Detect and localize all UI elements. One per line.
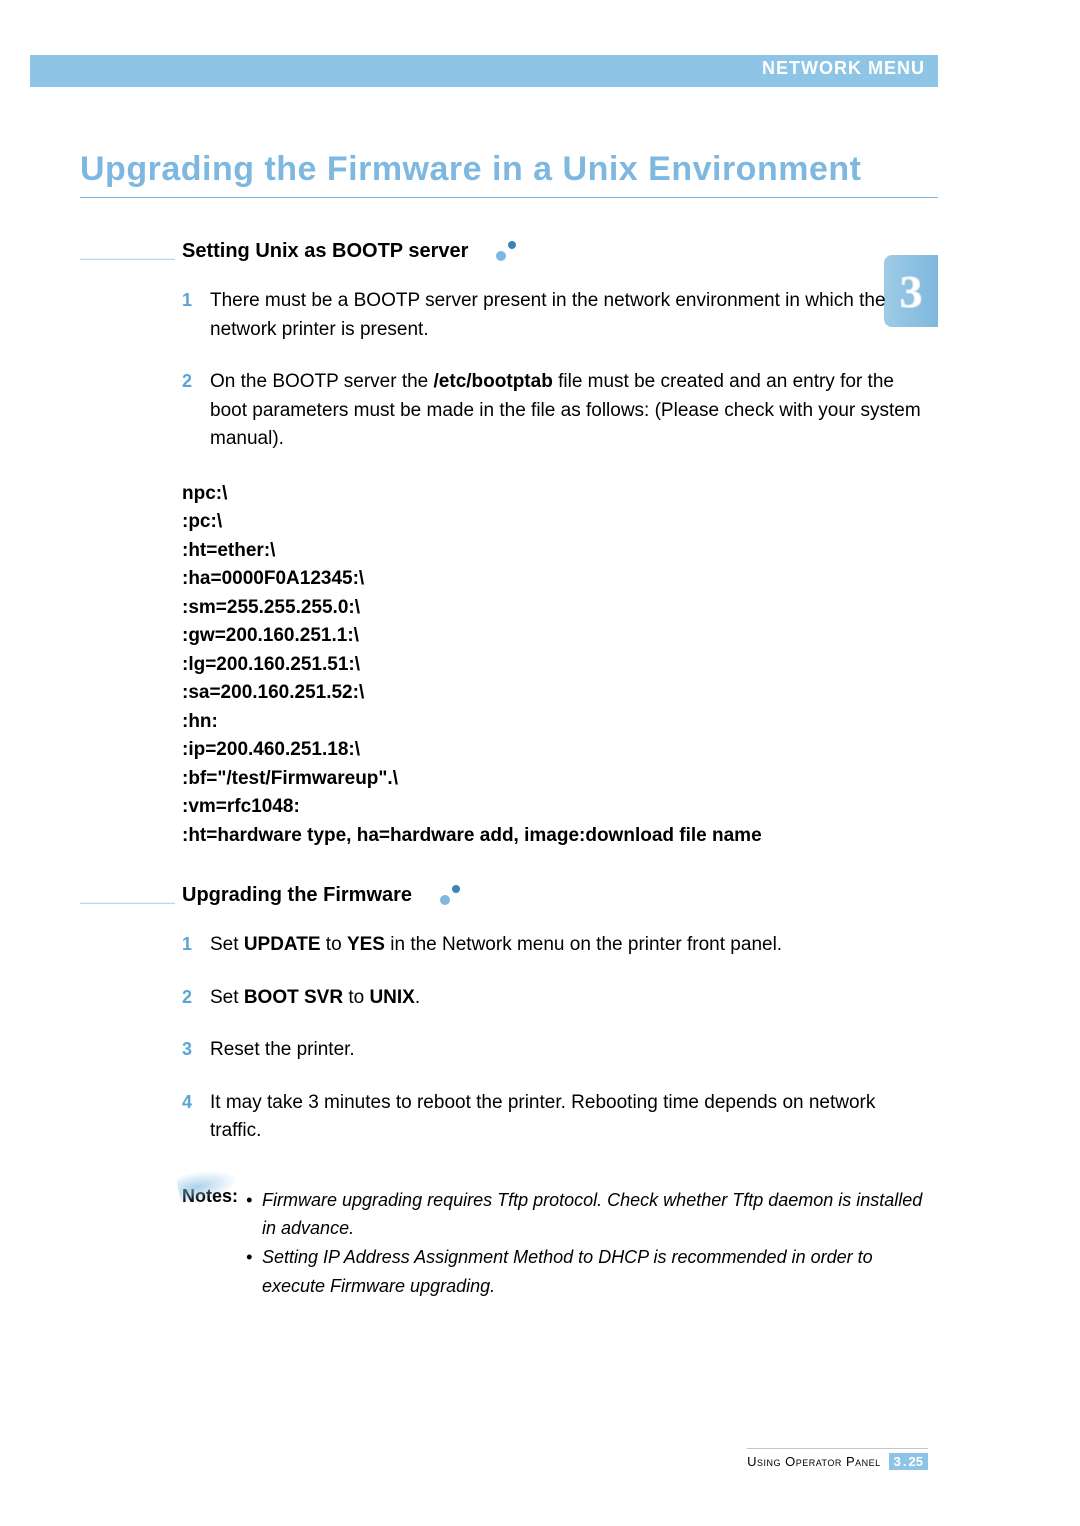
step-text: Set UPDATE to YES in the Network menu on… xyxy=(210,931,930,960)
notes-item: • Setting IP Address Assignment Method t… xyxy=(246,1243,930,1301)
bullet-decoration-icon xyxy=(440,885,466,907)
subheading-rule xyxy=(80,902,175,904)
steps-list-upgrade: 1 Set UPDATE to YES in the Network menu … xyxy=(182,931,930,1146)
notes-text: Setting IP Address Assignment Method to … xyxy=(262,1243,930,1301)
footer-label: Using Operator Panel xyxy=(747,1454,881,1469)
text-fragment: to xyxy=(343,987,369,1008)
step-item: 3 Reset the printer. xyxy=(182,1036,930,1065)
page-number-box: 3.25 xyxy=(889,1453,928,1470)
step-number: 1 xyxy=(182,931,198,960)
notes-label: Notes: xyxy=(182,1186,238,1301)
bold-text: UNIX xyxy=(369,987,414,1008)
notes-text: Firmware upgrading requires Tftp protoco… xyxy=(262,1186,930,1244)
text-fragment: Set xyxy=(210,987,244,1008)
step-text: Set BOOT SVR to UNIX. xyxy=(210,984,930,1013)
page-footer: Using Operator Panel 3.25 xyxy=(747,1448,928,1470)
bold-text: BOOT SVR xyxy=(244,987,343,1008)
notes-body: • Firmware upgrading requires Tftp proto… xyxy=(246,1186,930,1301)
header-section-label: NETWORK MENU xyxy=(762,58,925,79)
notes-block: Notes: • Firmware upgrading requires Tft… xyxy=(182,1186,930,1301)
subheading-row: Setting Unix as BOOTP server xyxy=(80,240,930,263)
text-fragment: . xyxy=(415,987,420,1008)
bullet-icon: • xyxy=(246,1243,256,1301)
subheading-bootp: Setting Unix as BOOTP server xyxy=(182,240,468,263)
step-item: 4 It may take 3 minutes to reboot the pr… xyxy=(182,1089,930,1146)
content: Setting Unix as BOOTP server 1 There mus… xyxy=(80,240,930,1301)
bold-text: UPDATE xyxy=(244,934,321,955)
text-fragment: in the Network menu on the printer front… xyxy=(385,934,782,955)
bullet-decoration-icon xyxy=(496,241,522,263)
step-text: There must be a BOOTP server present in … xyxy=(210,287,930,344)
footer-page: 25 xyxy=(909,1454,923,1469)
bullet-icon: • xyxy=(246,1186,256,1244)
subheading-rule xyxy=(80,258,175,260)
bootptab-config-block: npc:\ :pc:\ :ht=ether:\ :ha=0000F0A12345… xyxy=(182,480,930,851)
step-item: 2 On the BOOTP server the /etc/bootptab … xyxy=(182,368,930,454)
step-item: 1 Set UPDATE to YES in the Network menu … xyxy=(182,931,930,960)
bold-text: YES xyxy=(347,934,385,955)
step-number: 3 xyxy=(182,1036,198,1065)
bold-text: /etc/bootptab xyxy=(434,371,553,392)
notes-item: • Firmware upgrading requires Tftp proto… xyxy=(246,1186,930,1244)
step-number: 1 xyxy=(182,287,198,344)
subheading-upgrade: Upgrading the Firmware xyxy=(182,884,412,907)
step-item: 1 There must be a BOOTP server present i… xyxy=(182,287,930,344)
step-number: 2 xyxy=(182,368,198,454)
text-fragment: On the BOOTP server the xyxy=(210,371,434,392)
step-number: 2 xyxy=(182,984,198,1013)
steps-list-bootp: 1 There must be a BOOTP server present i… xyxy=(182,287,930,454)
step-text: Reset the printer. xyxy=(210,1036,930,1065)
text-fragment: Set xyxy=(210,934,244,955)
text-fragment: to xyxy=(321,934,347,955)
step-number: 4 xyxy=(182,1089,198,1146)
step-text: It may take 3 minutes to reboot the prin… xyxy=(210,1089,930,1146)
step-item: 2 Set BOOT SVR to UNIX. xyxy=(182,984,930,1013)
subheading-row: Upgrading the Firmware xyxy=(80,884,930,907)
step-text: On the BOOTP server the /etc/bootptab fi… xyxy=(210,368,930,454)
page: NETWORK MENU Upgrading the Firmware in a… xyxy=(0,0,1080,1526)
footer-dot: . xyxy=(903,1454,907,1469)
page-title: Upgrading the Firmware in a Unix Environ… xyxy=(80,150,938,198)
footer-chapter: 3 xyxy=(894,1454,901,1469)
